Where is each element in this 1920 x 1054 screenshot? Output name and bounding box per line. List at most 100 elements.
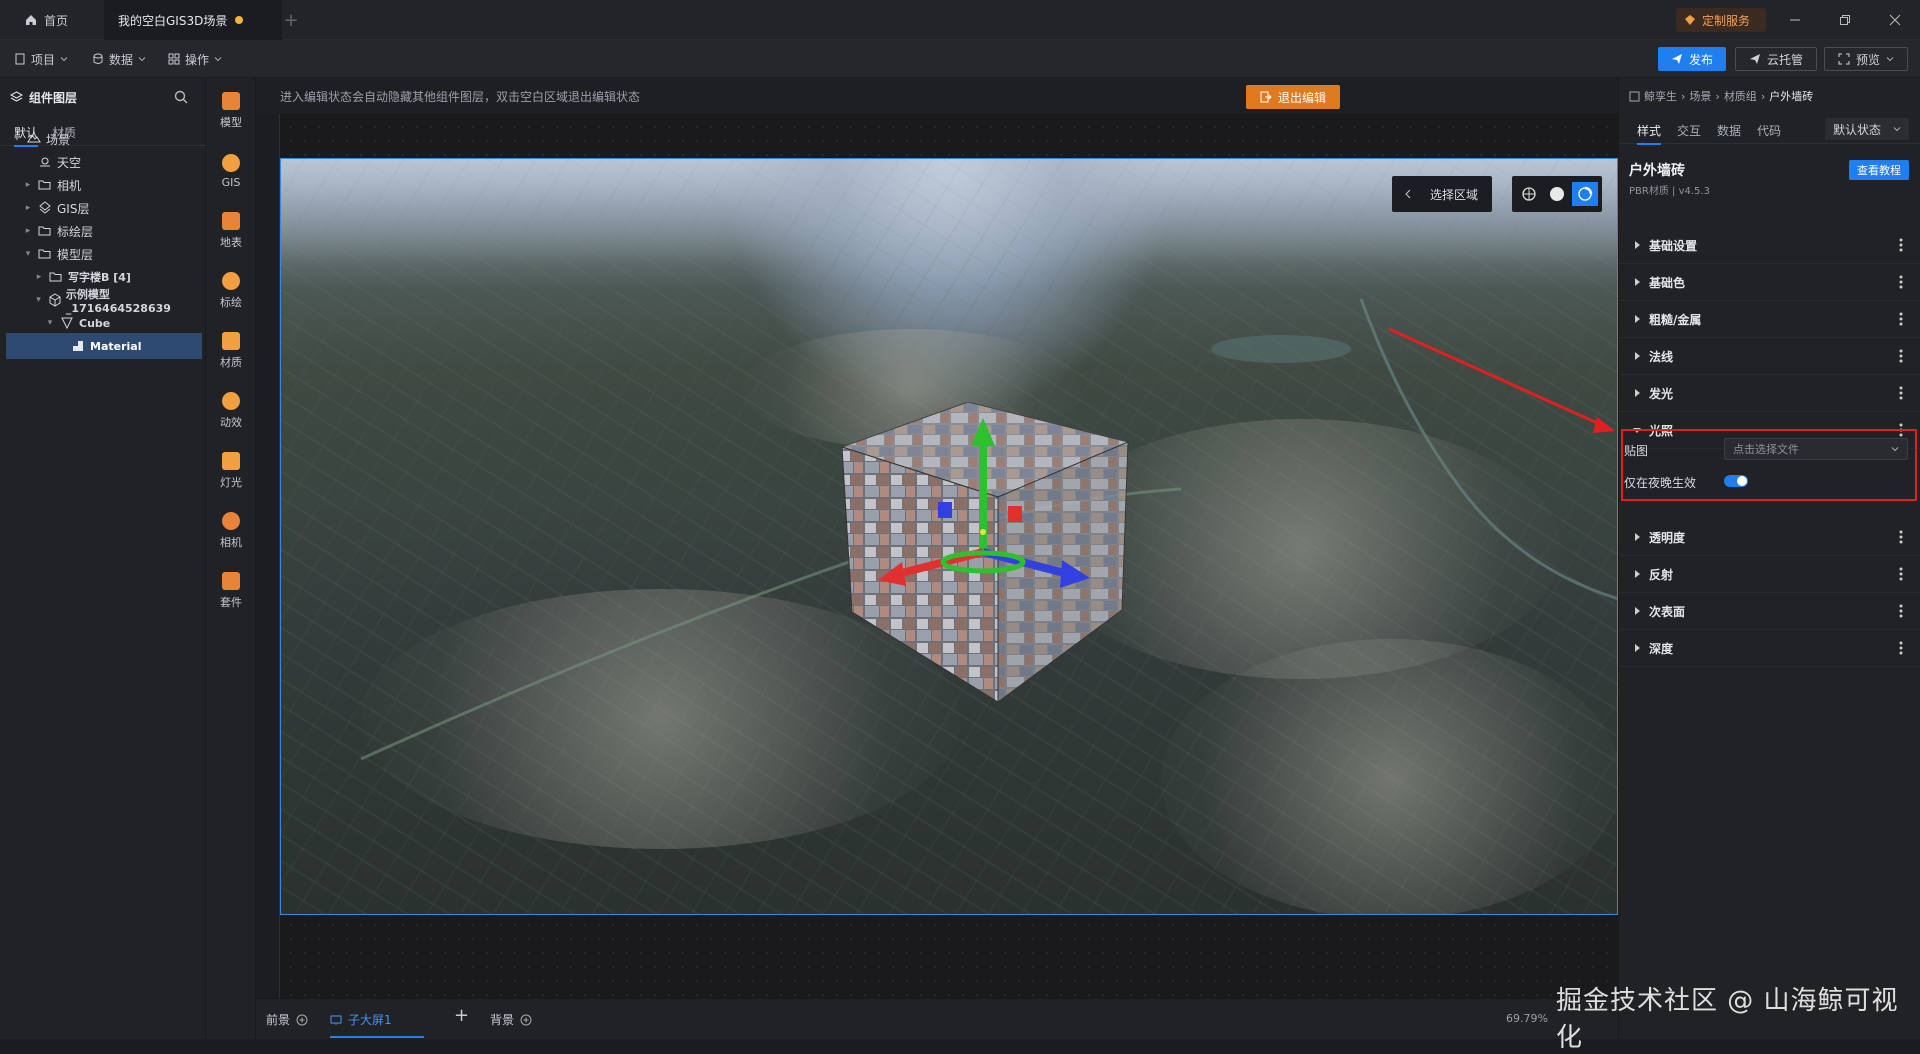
- caret-right-icon[interactable]: [23, 157, 33, 167]
- file-icon: [15, 53, 25, 65]
- diamond-icon: [1685, 15, 1695, 25]
- model-tool-icon: [222, 92, 240, 110]
- section-header[interactable]: 反射: [1619, 556, 1920, 593]
- close-window-button[interactable]: [1880, 6, 1910, 34]
- tool-marker[interactable]: 标绘: [206, 264, 256, 318]
- caret-right-icon[interactable]: ▸: [23, 226, 33, 236]
- section-title: 基础色: [1649, 275, 1686, 290]
- solid-view-button[interactable]: [1544, 182, 1570, 206]
- more-vertical-icon[interactable]: [1899, 237, 1903, 253]
- more-vertical-icon[interactable]: [1899, 529, 1903, 545]
- plus-circle-icon[interactable]: [296, 1014, 308, 1026]
- state-select[interactable]: 默认状态: [1825, 118, 1909, 140]
- breadcrumb-item[interactable]: 场景: [1689, 88, 1711, 104]
- section-header[interactable]: 基础色: [1619, 264, 1920, 301]
- foreground-tab[interactable]: 前景: [266, 1011, 308, 1028]
- night-only-toggle[interactable]: [1724, 475, 1748, 487]
- toggle-knob: [1737, 476, 1747, 486]
- tab-scene[interactable]: 我的空白GIS3D场景: [104, 0, 282, 40]
- tool-kit[interactable]: 套件: [206, 564, 256, 618]
- menu-data[interactable]: 数据: [92, 48, 146, 70]
- cube-model[interactable]: [838, 402, 1138, 702]
- background-tab[interactable]: 背景: [490, 1011, 532, 1028]
- menu-data-label: 数据: [109, 52, 134, 67]
- effect-tool-icon: [222, 392, 240, 410]
- tool-model[interactable]: 模型: [206, 84, 256, 138]
- section-header[interactable]: 深度: [1619, 630, 1920, 667]
- exit-edit-button[interactable]: 退出编辑: [1246, 85, 1340, 109]
- vertical-ruler: [256, 114, 280, 998]
- globe-view-button[interactable]: [1516, 182, 1542, 206]
- tool-label: 套件: [220, 596, 242, 609]
- section-header[interactable]: 次表面: [1619, 593, 1920, 630]
- orbit-icon: [1578, 186, 1593, 201]
- section-header[interactable]: 透明度: [1619, 519, 1920, 556]
- tab-code[interactable]: 代码: [1757, 122, 1781, 139]
- sub-screen-tab[interactable]: 子大屏1: [330, 1011, 424, 1038]
- section-title: 反射: [1649, 567, 1674, 582]
- section-header[interactable]: 法线: [1619, 338, 1920, 375]
- menu-project[interactable]: 项目: [14, 48, 68, 70]
- tab-data[interactable]: 数据: [1717, 122, 1741, 139]
- view-tutorial-button[interactable]: 查看教程: [1849, 160, 1909, 180]
- tool-terrain[interactable]: 地表: [206, 204, 256, 258]
- breadcrumb-item[interactable]: 鲸孪生: [1644, 88, 1677, 104]
- preview-button[interactable]: 预览: [1824, 47, 1908, 71]
- breadcrumb-item[interactable]: 材质组: [1724, 88, 1757, 104]
- custom-service-button[interactable]: 定制服务: [1676, 8, 1766, 32]
- tool-material[interactable]: 材质: [206, 324, 256, 378]
- caret-down-icon[interactable]: ▾: [23, 249, 33, 259]
- search-icon[interactable]: [174, 90, 188, 104]
- breadcrumb-item[interactable]: 户外墙砖: [1769, 88, 1813, 104]
- more-vertical-icon[interactable]: [1899, 385, 1903, 401]
- properties-panel: 鲸孪生 › 场景 › 材质组 › 户外墙砖 样式 交互 数据 代码 默认状态 户外墙砖…: [1618, 78, 1920, 1039]
- tree-item[interactable]: Material: [6, 333, 202, 359]
- model-icon: [49, 293, 61, 307]
- preview-label: 预览: [1855, 52, 1880, 67]
- tab-interaction[interactable]: 交互: [1677, 122, 1701, 139]
- tool-camera[interactable]: 相机: [206, 504, 256, 558]
- more-vertical-icon[interactable]: [1899, 274, 1903, 290]
- cloud-hosting-button[interactable]: 云托管: [1735, 47, 1817, 71]
- section-header[interactable]: 发光: [1619, 375, 1920, 412]
- tool-light[interactable]: 灯光: [206, 444, 256, 498]
- kit-tool-icon: [222, 572, 240, 590]
- night-only-label: 仅在夜晚生效: [1624, 476, 1697, 490]
- menu-operate[interactable]: 操作: [168, 48, 222, 70]
- map-label: 贴图: [1624, 444, 1649, 458]
- more-vertical-icon[interactable]: [1899, 311, 1903, 327]
- restore-button[interactable]: [1830, 6, 1860, 34]
- light-tool-icon: [222, 452, 240, 470]
- tab-style[interactable]: 样式: [1637, 122, 1662, 145]
- caret-right-icon[interactable]: ▸: [34, 272, 44, 282]
- minimize-button[interactable]: [1780, 6, 1810, 34]
- more-vertical-icon[interactable]: [1899, 640, 1903, 656]
- caret-down-icon[interactable]: ▾: [45, 318, 55, 328]
- section-header[interactable]: 粗糙/金属: [1619, 301, 1920, 338]
- map-file-select[interactable]: 点击选择文件: [1724, 438, 1908, 460]
- caret-right-icon[interactable]: [56, 341, 66, 351]
- orbit-view-button[interactable]: [1572, 182, 1598, 206]
- more-vertical-icon[interactable]: [1899, 603, 1903, 619]
- scene-icon: [27, 134, 41, 143]
- tab-home[interactable]: 首页: [14, 0, 100, 40]
- caret-right-icon[interactable]: ▸: [23, 203, 33, 213]
- caret-down-icon[interactable]: ▾: [34, 295, 43, 305]
- section-header[interactable]: 基础设置: [1619, 227, 1920, 264]
- gis-layer-icon: [39, 201, 51, 214]
- add-screen-button[interactable]: +: [454, 1005, 469, 1026]
- add-tab-button[interactable]: +: [276, 0, 306, 40]
- more-vertical-icon[interactable]: [1899, 348, 1903, 364]
- tool-gis[interactable]: GIS: [206, 144, 256, 198]
- tool-effect[interactable]: 动效: [206, 384, 256, 438]
- plus-circle-icon[interactable]: [520, 1014, 532, 1026]
- more-vertical-icon[interactable]: [1899, 566, 1903, 582]
- edit-hint-bar: 进入编辑状态会自动隐藏其他组件图层，双击空白区域退出编辑状态: [256, 78, 1618, 114]
- publish-button[interactable]: 发布: [1658, 47, 1726, 71]
- material-tool-icon: [222, 332, 240, 350]
- caret-down-icon[interactable]: ▾: [12, 134, 22, 144]
- select-region-panel[interactable]: 选择区域: [1392, 176, 1492, 212]
- layers-icon: [10, 90, 23, 102]
- caret-right-icon[interactable]: ▸: [23, 180, 33, 190]
- tree-item-label: 模型层: [57, 247, 94, 262]
